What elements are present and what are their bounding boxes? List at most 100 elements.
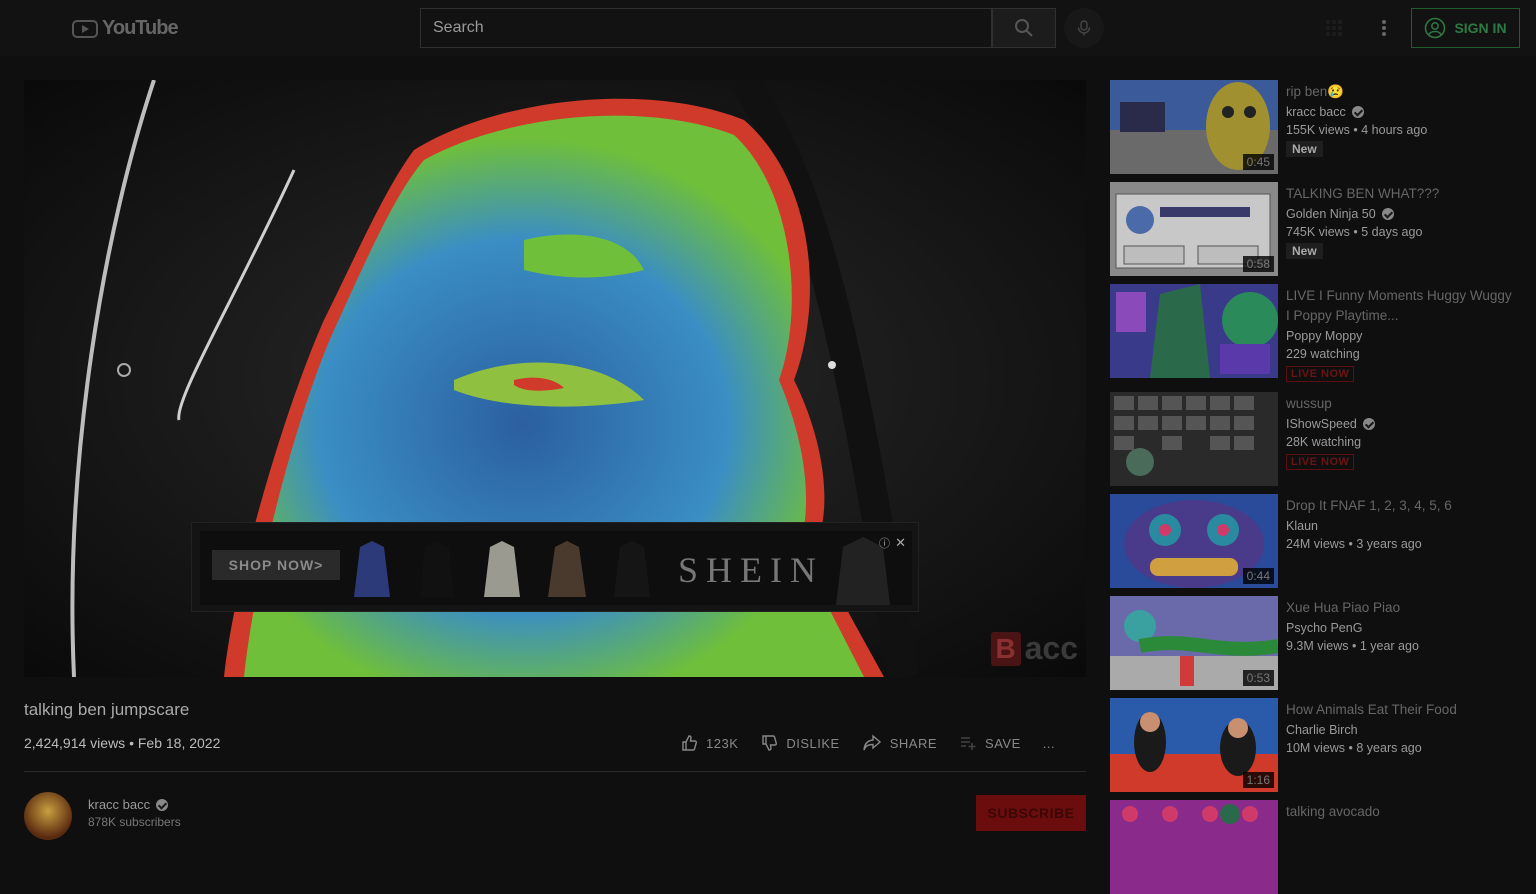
like-button[interactable]: 123K xyxy=(680,734,738,752)
video-thumbnail[interactable] xyxy=(1110,284,1278,378)
recommendation-meta: 10M views • 8 years ago xyxy=(1286,741,1422,755)
save-button[interactable]: SAVE xyxy=(959,734,1021,752)
recommendation-channel-row: Golden Ninja 50 xyxy=(1286,207,1394,221)
video-thumbnail[interactable]: 0:44 xyxy=(1110,494,1278,588)
verified-icon xyxy=(156,798,169,811)
video-title: talking ben jumpscare xyxy=(24,700,190,719)
video-duration: 0:58 xyxy=(1242,256,1274,272)
share-icon xyxy=(863,734,881,751)
voice-search-button[interactable] xyxy=(1064,8,1104,48)
recommendation-item[interactable]: 0:58 TALKING BEN WHAT??? Golden Ninja 50… xyxy=(1110,182,1520,276)
ad-close-icon[interactable]: ✕ xyxy=(895,535,906,551)
recommendation-title[interactable]: talking avocado xyxy=(1286,802,1516,822)
ad-banner[interactable]: SHOP NOW> SHEIN ⓘ ✕ xyxy=(200,531,912,605)
recommendation-item[interactable]: 0:53 Xue Hua Piao Piao Psycho PenG 9.3M … xyxy=(1110,596,1520,690)
recommendation-channel: Klaun xyxy=(1286,519,1318,533)
recommendation-meta: 229 watching xyxy=(1286,347,1360,361)
recommendation-meta: 24M views • 3 years ago xyxy=(1286,537,1422,551)
sign-in-button[interactable]: SIGN IN xyxy=(1411,8,1520,48)
video-thumbnail[interactable]: 1:16 xyxy=(1110,698,1278,792)
recommendation-channel-row: Charlie Birch xyxy=(1286,723,1358,737)
video-duration: 0:45 xyxy=(1242,154,1274,170)
video-thumbnail[interactable]: 0:45 xyxy=(1110,80,1278,174)
channel-avatar[interactable] xyxy=(24,792,72,840)
new-badge: New xyxy=(1286,141,1323,157)
recommendation-meta: 745K views • 5 days ago xyxy=(1286,225,1423,239)
search-button[interactable] xyxy=(992,8,1056,48)
channel-name: kracc bacc xyxy=(88,797,151,812)
recommendation-meta: 9.3M views • 1 year ago xyxy=(1286,639,1419,653)
ad-brand: SHEIN xyxy=(678,550,824,590)
video-player[interactable]: SHOP NOW> SHEIN ⓘ ✕ B acc xyxy=(24,80,1086,677)
ad-product-images xyxy=(354,541,650,597)
recommendation-channel: Poppy Moppy xyxy=(1286,329,1363,343)
recommendation-title[interactable]: wussup xyxy=(1286,394,1516,414)
top-bar: YouTube SIGN IN xyxy=(0,0,1536,56)
recommendation-channel: Charlie Birch xyxy=(1286,723,1358,737)
recommendation-title[interactable]: TALKING BEN WHAT??? xyxy=(1286,184,1516,204)
recommendation-title[interactable]: Xue Hua Piao Piao xyxy=(1286,598,1516,618)
save-label: SAVE xyxy=(985,735,1021,751)
watermark-letter: B xyxy=(990,631,1021,666)
recommendation-channel-row: IShowSpeed xyxy=(1286,417,1375,431)
video-actions: 123K DISLIKE SHARE SAVE ... xyxy=(680,734,1055,752)
video-duration: 0:44 xyxy=(1242,568,1274,584)
recommendation-channel-row: kracc bacc xyxy=(1286,105,1364,119)
top-2 xyxy=(420,541,454,597)
video-thumbnail[interactable] xyxy=(1110,800,1278,894)
share-button[interactable]: SHARE xyxy=(862,734,937,752)
logo-text: YouTube xyxy=(102,17,179,39)
shop-now-button[interactable]: SHOP NOW> xyxy=(212,550,340,580)
recommendation-channel-row: Psycho PenG xyxy=(1286,621,1362,635)
dislike-label: DISLIKE xyxy=(786,735,840,751)
recommendation-item[interactable]: talking avocado xyxy=(1110,800,1520,894)
divider xyxy=(24,771,1086,772)
sign-in-label: SIGN IN xyxy=(1454,20,1507,36)
more-horiz-icon: ... xyxy=(1042,735,1056,751)
subscribe-button[interactable]: SUBSCRIBE xyxy=(976,795,1086,831)
share-label: SHARE xyxy=(889,735,938,751)
recommendation-meta: 155K views • 4 hours ago xyxy=(1286,123,1428,137)
dislike-button[interactable]: DISLIKE xyxy=(760,734,839,752)
recommendation-title[interactable]: Drop It FNAF 1, 2, 3, 4, 5, 6 xyxy=(1286,496,1516,516)
verified-icon xyxy=(1362,418,1375,430)
recommendation-title[interactable]: How Animals Eat Their Food xyxy=(1286,700,1516,720)
channel-name-row[interactable]: kracc bacc xyxy=(88,797,169,812)
youtube-logo[interactable]: YouTube xyxy=(72,17,179,40)
channel-watermark[interactable]: B acc xyxy=(990,630,1078,667)
like-count: 123K xyxy=(706,735,739,751)
more-vert-icon xyxy=(1382,20,1386,36)
recommendation-meta: 28K watching xyxy=(1286,435,1362,449)
recommendation-item[interactable]: wussup IShowSpeed 28K watching LIVE NOW xyxy=(1110,392,1520,486)
search-box xyxy=(420,8,992,48)
recommendation-channel: IShowSpeed xyxy=(1286,417,1357,431)
top-4 xyxy=(548,541,586,597)
thumbs-down-icon xyxy=(762,735,778,751)
settings-menu-button[interactable] xyxy=(1372,16,1396,40)
video-views-date: 2,424,914 views • Feb 18, 2022 xyxy=(24,735,221,751)
recommendation-channel: Golden Ninja 50 xyxy=(1286,207,1376,221)
video-duration: 0:53 xyxy=(1242,670,1274,686)
microphone-icon xyxy=(1077,20,1091,36)
ad-info-icon[interactable]: ⓘ xyxy=(879,535,890,551)
recommendation-item[interactable]: 0:45 rip ben😢 kracc bacc 155K views • 4 … xyxy=(1110,80,1520,174)
watermark-text: acc xyxy=(1024,630,1078,666)
verified-icon xyxy=(1381,208,1394,220)
recommendation-title[interactable]: rip ben😢 xyxy=(1286,82,1516,102)
account-icon xyxy=(1425,17,1446,39)
recommendation-channel: Psycho PenG xyxy=(1286,621,1363,635)
search-input[interactable] xyxy=(421,9,991,47)
recommendation-item[interactable]: LIVE I Funny Moments Huggy Wuggy I Poppy… xyxy=(1110,284,1520,382)
recommendation-item[interactable]: 0:44 Drop It FNAF 1, 2, 3, 4, 5, 6 Klaun… xyxy=(1110,494,1520,588)
video-duration: 1:16 xyxy=(1242,772,1274,788)
video-thumbnail[interactable]: 0:58 xyxy=(1110,182,1278,276)
overlay-ad[interactable]: SHOP NOW> SHEIN ⓘ ✕ xyxy=(191,522,919,612)
video-thumbnail[interactable] xyxy=(1110,392,1278,486)
recommendation-title[interactable]: LIVE I Funny Moments Huggy Wuggy I Poppy… xyxy=(1286,286,1516,326)
apps-icon[interactable] xyxy=(1322,16,1346,40)
search-icon xyxy=(1015,19,1033,37)
more-actions-button[interactable]: ... xyxy=(1043,736,1055,751)
new-badge: New xyxy=(1286,243,1323,259)
video-thumbnail[interactable]: 0:53 xyxy=(1110,596,1278,690)
recommendation-item[interactable]: 1:16 How Animals Eat Their Food Charlie … xyxy=(1110,698,1520,792)
